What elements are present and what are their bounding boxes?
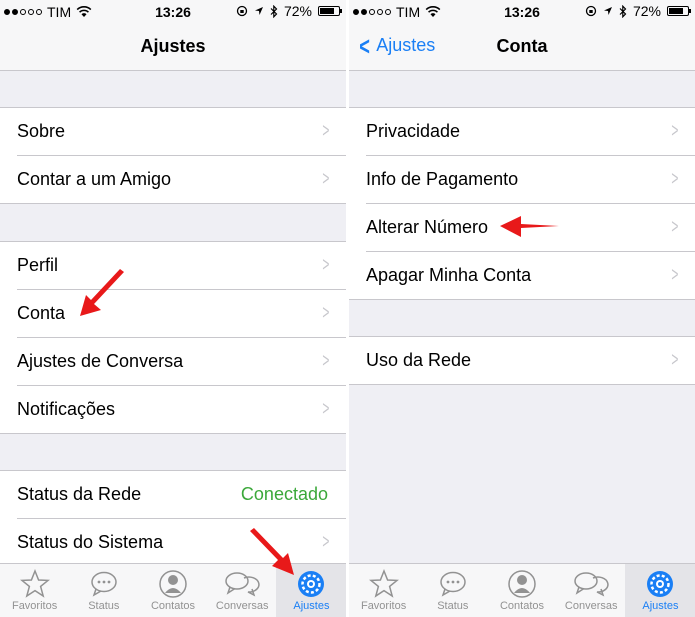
star-icon bbox=[368, 569, 399, 598]
chevron-right-icon: > bbox=[671, 264, 679, 286]
tab-favoritos[interactable]: Favoritos bbox=[349, 564, 418, 617]
tab-label: Status bbox=[88, 600, 120, 612]
chevron-right-icon: > bbox=[671, 349, 679, 371]
battery-icon bbox=[318, 6, 342, 16]
settings-group-info: Sobre > Contar a um Amigo > bbox=[0, 107, 346, 204]
status-bar: TIM 13:26 72% bbox=[0, 0, 346, 24]
status-connected-value: Conectado bbox=[240, 484, 328, 504]
tab-bar: Favoritos Status Contatos Conversas Ajus… bbox=[349, 563, 695, 617]
page-title: Conta bbox=[496, 36, 548, 56]
row-label: Apagar Minha Conta bbox=[366, 265, 532, 285]
contact-icon bbox=[508, 570, 536, 598]
page-title: Ajustes bbox=[140, 36, 206, 56]
row-label: Conta bbox=[17, 303, 66, 323]
row-label: Alterar Número bbox=[366, 217, 489, 237]
conversations-icon bbox=[574, 572, 609, 597]
settings-row-perfil[interactable]: Perfil > bbox=[17, 242, 346, 290]
row-label: Perfil bbox=[17, 255, 59, 275]
tab-contatos[interactable]: Contatos bbox=[138, 564, 207, 617]
settings-row-ajustes-conversa[interactable]: Ajustes de Conversa > bbox=[17, 338, 346, 386]
chevron-right-icon: > bbox=[671, 168, 679, 190]
tab-label: Conversas bbox=[564, 600, 618, 612]
settings-row-contar-amigo[interactable]: Contar a um Amigo > bbox=[17, 156, 346, 203]
account-row-uso-rede[interactable]: Uso da Rede > bbox=[366, 337, 695, 384]
settings-group-account: Perfil > Conta > Ajustes de Conversa > Noti… bbox=[0, 241, 346, 434]
tab-label: Contatos bbox=[499, 600, 545, 612]
chevron-right-icon: > bbox=[671, 120, 679, 142]
account-row-info-pagamento[interactable]: Info de Pagamento > bbox=[366, 156, 695, 204]
row-label: Status da Rede bbox=[17, 484, 142, 504]
row-label: Sobre bbox=[17, 121, 66, 141]
contact-icon bbox=[159, 570, 187, 598]
chevron-right-icon: > bbox=[322, 398, 330, 420]
settings-screen: TIM 13:26 72% Ajustes Sobre > Contar a um… bbox=[0, 0, 346, 617]
rotation-lock-icon bbox=[585, 5, 597, 17]
gear-icon bbox=[647, 571, 674, 597]
account-row-apagar-conta[interactable]: Apagar Minha Conta > bbox=[366, 252, 695, 299]
chevron-right-icon: > bbox=[322, 254, 330, 276]
row-label: Uso da Rede bbox=[366, 350, 472, 370]
chat-bubble-icon bbox=[91, 571, 117, 597]
tab-favoritos[interactable]: Favoritos bbox=[0, 564, 69, 617]
star-icon bbox=[19, 569, 50, 598]
bluetooth-icon bbox=[619, 4, 627, 18]
chevron-right-icon: > bbox=[322, 531, 330, 553]
tab-label: Contatos bbox=[150, 600, 196, 612]
tab-label: Ajustes bbox=[293, 600, 330, 612]
account-group-network: Uso da Rede > bbox=[349, 336, 695, 385]
row-label: Status do Sistema bbox=[17, 532, 164, 552]
battery-percent: 72% bbox=[283, 3, 312, 19]
chevron-right-icon: > bbox=[671, 216, 679, 238]
row-label: Info de Pagamento bbox=[366, 169, 519, 189]
row-label: Notificações bbox=[17, 399, 116, 419]
tab-label: Ajustes bbox=[642, 600, 679, 612]
tab-status[interactable]: Status bbox=[418, 564, 487, 617]
tab-label: Favoritos bbox=[360, 600, 407, 612]
account-screen: TIM 13:26 72% < Ajustes Conta Privacidad… bbox=[349, 0, 695, 617]
gear-icon bbox=[298, 571, 325, 597]
location-icon bbox=[603, 7, 612, 15]
chevron-right-icon: > bbox=[322, 120, 330, 142]
tab-ajustes[interactable]: Ajustes bbox=[625, 564, 695, 617]
navigation-bar: Ajustes bbox=[0, 24, 346, 71]
tab-conversas[interactable]: Conversas bbox=[557, 564, 626, 617]
chevron-right-icon: > bbox=[322, 350, 330, 372]
chat-bubble-icon bbox=[440, 571, 466, 597]
red-arrow-ajustes-tab-annotation bbox=[250, 528, 294, 575]
row-label: Ajustes de Conversa bbox=[17, 351, 184, 371]
rotation-lock-icon bbox=[236, 5, 248, 17]
tab-status[interactable]: Status bbox=[69, 564, 138, 617]
account-group-main: Privacidade > Info de Pagamento > Alterar … bbox=[349, 107, 695, 300]
bluetooth-icon bbox=[270, 4, 278, 18]
red-arrow-conta-annotation bbox=[80, 269, 124, 316]
settings-row-status-rede[interactable]: Status da Rede Conectado bbox=[17, 471, 346, 519]
row-label: Privacidade bbox=[366, 121, 461, 141]
account-row-privacidade[interactable]: Privacidade > bbox=[366, 108, 695, 156]
chevron-right-icon: > bbox=[322, 302, 330, 324]
battery-percent: 72% bbox=[632, 3, 661, 19]
location-icon bbox=[254, 7, 263, 15]
tab-label: Status bbox=[437, 600, 469, 612]
tab-contatos[interactable]: Contatos bbox=[487, 564, 556, 617]
red-arrow-alterar-numero-annotation bbox=[500, 216, 559, 237]
status-bar: TIM 13:26 72% bbox=[349, 0, 695, 24]
settings-row-conta[interactable]: Conta > bbox=[17, 290, 346, 338]
battery-icon bbox=[667, 6, 691, 16]
tab-label: Conversas bbox=[215, 600, 269, 612]
tab-label: Favoritos bbox=[11, 600, 58, 612]
row-label: Contar a um Amigo bbox=[17, 169, 172, 189]
settings-row-notificacoes[interactable]: Notificações > bbox=[17, 386, 346, 433]
navigation-bar: < Ajustes Conta bbox=[349, 24, 695, 71]
settings-row-sobre[interactable]: Sobre > bbox=[17, 108, 346, 156]
chevron-right-icon: > bbox=[322, 168, 330, 190]
